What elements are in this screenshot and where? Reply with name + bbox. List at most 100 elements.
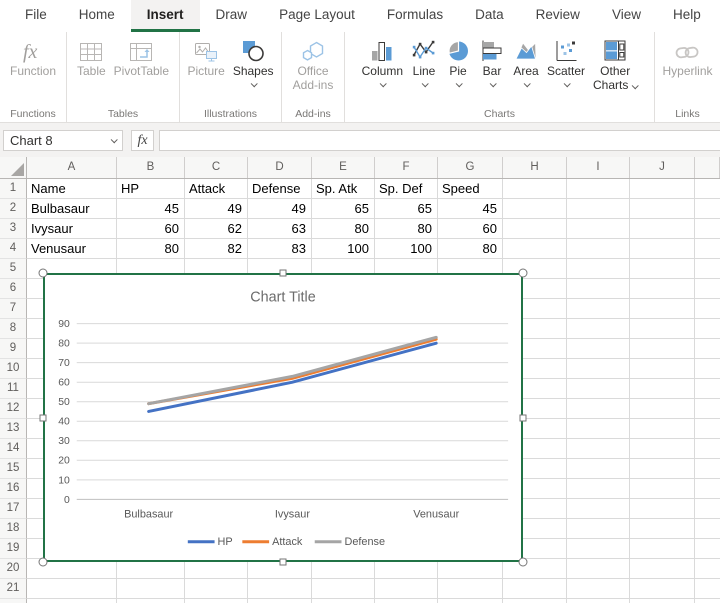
name-box[interactable]: Chart 8	[3, 130, 123, 151]
cell-I18[interactable]	[567, 519, 630, 539]
insert-function-button[interactable]: fx	[131, 130, 154, 151]
cell-J1[interactable]	[630, 179, 695, 199]
cell-F4[interactable]: 100	[375, 239, 438, 259]
cell-C22[interactable]	[185, 599, 248, 603]
cell-J21[interactable]	[630, 579, 695, 599]
chart-selection-handle[interactable]	[39, 558, 48, 567]
cell-F2[interactable]: 65	[375, 199, 438, 219]
cell-J2[interactable]	[630, 199, 695, 219]
row-header-2[interactable]: 2	[0, 199, 27, 219]
cell-filler-9[interactable]	[695, 339, 720, 359]
cell-filler-17[interactable]	[695, 499, 720, 519]
cell-B21[interactable]	[117, 579, 185, 599]
cell-J10[interactable]	[630, 359, 695, 379]
cell-filler-12[interactable]	[695, 399, 720, 419]
name-box-dropdown-icon[interactable]	[111, 136, 118, 143]
cell-D3[interactable]: 63	[248, 219, 312, 239]
pie-chart-button[interactable]: Pie	[441, 37, 475, 90]
cell-A3[interactable]: Ivysaur	[27, 219, 117, 239]
cell-D4[interactable]: 83	[248, 239, 312, 259]
select-all-corner[interactable]	[0, 157, 27, 178]
cell-filler-21[interactable]	[695, 579, 720, 599]
row-header-15[interactable]: 15	[0, 459, 27, 479]
cell-C4[interactable]: 82	[185, 239, 248, 259]
chart-selection-handle[interactable]	[40, 414, 47, 421]
row-header-17[interactable]: 17	[0, 499, 27, 519]
cell-J6[interactable]	[630, 279, 695, 299]
cell-H22[interactable]	[503, 599, 567, 603]
cell-B2[interactable]: 45	[117, 199, 185, 219]
cell-filler-22[interactable]	[695, 599, 720, 603]
cell-filler-1[interactable]	[695, 179, 720, 199]
cell-C20[interactable]	[185, 559, 248, 579]
shapes-button[interactable]: Shapes	[229, 37, 278, 90]
cell-H3[interactable]	[503, 219, 567, 239]
tab-home[interactable]: Home	[63, 0, 131, 32]
cell-filler-3[interactable]	[695, 219, 720, 239]
cell-C1[interactable]: Attack	[185, 179, 248, 199]
cell-G21[interactable]	[438, 579, 503, 599]
cell-B3[interactable]: 60	[117, 219, 185, 239]
cell-J4[interactable]	[630, 239, 695, 259]
cell-A21[interactable]	[27, 579, 117, 599]
cell-I1[interactable]	[567, 179, 630, 199]
cell-I3[interactable]	[567, 219, 630, 239]
cell-filler-6[interactable]	[695, 279, 720, 299]
cell-H20[interactable]	[503, 559, 567, 579]
cell-I20[interactable]	[567, 559, 630, 579]
cell-J19[interactable]	[630, 539, 695, 559]
cell-G22[interactable]	[438, 599, 503, 603]
row-header-18[interactable]: 18	[0, 519, 27, 539]
cell-C21[interactable]	[185, 579, 248, 599]
row-header-3[interactable]: 3	[0, 219, 27, 239]
cell-E3[interactable]: 80	[312, 219, 375, 239]
cell-G4[interactable]: 80	[438, 239, 503, 259]
column-header-f[interactable]: F	[375, 157, 438, 178]
row-header-4[interactable]: 4	[0, 239, 27, 259]
row-header-10[interactable]: 10	[0, 359, 27, 379]
cell-filler-14[interactable]	[695, 439, 720, 459]
cell-filler-13[interactable]	[695, 419, 720, 439]
tab-draw[interactable]: Draw	[200, 0, 264, 32]
other-charts-button[interactable]: OtherCharts	[589, 37, 641, 92]
cell-I17[interactable]	[567, 499, 630, 519]
cell-J16[interactable]	[630, 479, 695, 499]
chart-selection-handle[interactable]	[280, 559, 287, 566]
cell-B1[interactable]: HP	[117, 179, 185, 199]
cell-J7[interactable]	[630, 299, 695, 319]
cell-J3[interactable]	[630, 219, 695, 239]
tab-review[interactable]: Review	[520, 0, 596, 32]
cell-D2[interactable]: 49	[248, 199, 312, 219]
cell-I5[interactable]	[567, 259, 630, 279]
row-header-8[interactable]: 8	[0, 319, 27, 339]
tab-help[interactable]: Help	[657, 0, 717, 32]
cell-filler-20[interactable]	[695, 559, 720, 579]
cell-I14[interactable]	[567, 439, 630, 459]
cell-H1[interactable]	[503, 179, 567, 199]
chart-selection-handle[interactable]	[519, 558, 528, 567]
scatter-chart-button[interactable]: Scatter	[543, 37, 589, 90]
cell-I16[interactable]	[567, 479, 630, 499]
cell-E4[interactable]: 100	[312, 239, 375, 259]
chart-selection-handle[interactable]	[520, 414, 527, 421]
cell-E1[interactable]: Sp. Atk	[312, 179, 375, 199]
cell-J8[interactable]	[630, 319, 695, 339]
cell-I11[interactable]	[567, 379, 630, 399]
chart-selection-handle[interactable]	[39, 269, 48, 278]
cell-I6[interactable]	[567, 279, 630, 299]
row-header-12[interactable]: 12	[0, 399, 27, 419]
tab-page-layout[interactable]: Page Layout	[263, 0, 371, 32]
cell-filler-18[interactable]	[695, 519, 720, 539]
row-header-7[interactable]: 7	[0, 299, 27, 319]
cell-I15[interactable]	[567, 459, 630, 479]
tab-formulas[interactable]: Formulas	[371, 0, 459, 32]
tab-insert[interactable]: Insert	[131, 0, 200, 32]
tab-data[interactable]: Data	[459, 0, 520, 32]
cell-F21[interactable]	[375, 579, 438, 599]
row-header-5[interactable]: 5	[0, 259, 27, 279]
line-chart-button[interactable]: Line	[407, 37, 441, 90]
cell-J14[interactable]	[630, 439, 695, 459]
cell-A1[interactable]: Name	[27, 179, 117, 199]
formula-input[interactable]	[159, 130, 720, 151]
cell-B20[interactable]	[117, 559, 185, 579]
